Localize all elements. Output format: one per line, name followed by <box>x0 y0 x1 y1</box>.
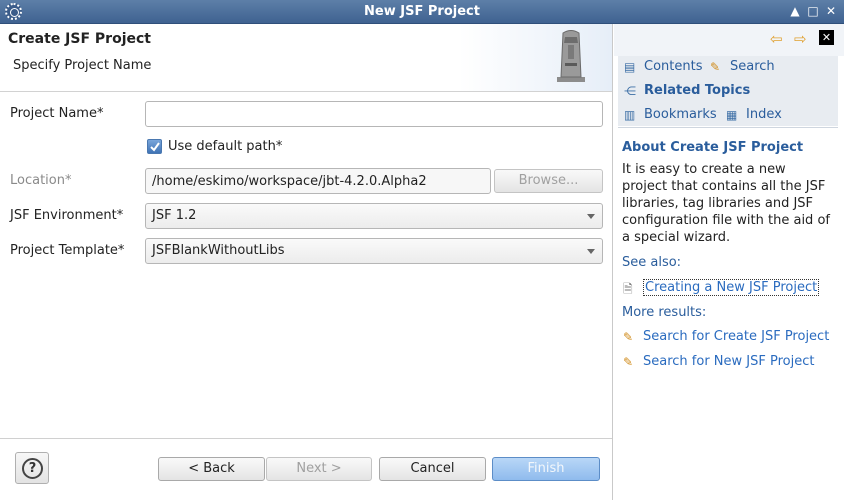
question-mark-icon: ? <box>22 458 43 479</box>
restore-icon[interactable]: □ <box>805 3 821 20</box>
chevron-down-icon <box>587 214 595 219</box>
window-title: New JSF Project <box>364 4 480 19</box>
contents-icon: ▤ <box>624 60 636 74</box>
jsf-environment-label: JSF Environment* <box>10 208 124 223</box>
search-result-link[interactable]: Search for Create JSF Project <box>643 329 829 344</box>
back-arrow-icon[interactable]: ⇦ <box>770 30 783 48</box>
project-template-value: JSFBlankWithoutLibs <box>152 243 285 258</box>
about-title: About Create JSF Project <box>622 140 804 155</box>
browse-button[interactable]: Browse... <box>494 169 603 193</box>
next-button[interactable]: Next > <box>266 457 372 481</box>
search-icon: ✎ <box>623 355 634 369</box>
wizard-description: Specify Project Name <box>13 58 152 73</box>
back-button[interactable]: < Back <box>158 457 265 481</box>
related-topics-icon: ⋲ <box>624 84 636 98</box>
project-name-input[interactable] <box>145 101 603 127</box>
project-name-label: Project Name* <box>10 106 104 121</box>
project-template-label: Project Template* <box>10 243 125 258</box>
finish-button[interactable]: Finish <box>492 457 600 481</box>
tab-contents[interactable]: Contents <box>644 59 702 74</box>
more-results-label: More results: <box>622 305 707 320</box>
wizard-panel: Create JSF Project Specify Project Name … <box>0 24 613 500</box>
jsf-environment-value: JSF 1.2 <box>152 208 197 223</box>
see-also-link[interactable]: Creating a New JSF Project <box>643 279 820 296</box>
bookmarks-icon: ▥ <box>624 108 636 122</box>
forward-arrow-icon[interactable]: ⇨ <box>794 30 807 48</box>
close-window-icon[interactable]: ✕ <box>823 3 839 20</box>
tab-bookmarks[interactable]: Bookmarks <box>644 107 717 122</box>
search-icon: ✎ <box>623 330 634 344</box>
divider <box>618 127 838 128</box>
location-input[interactable] <box>145 168 491 194</box>
about-text: It is easy to create a new project that … <box>622 162 830 245</box>
project-template-select[interactable]: JSFBlankWithoutLibs <box>145 238 603 264</box>
help-pane: ⇦ ⇨ ✕ ▤ Contents ✎ Search ⋲ Related Topi… <box>614 24 844 500</box>
divider <box>0 438 612 439</box>
document-icon: 🗎 <box>623 282 633 296</box>
tab-index[interactable]: Index <box>746 107 782 122</box>
use-default-path-label: Use default path* <box>168 139 283 154</box>
see-also-label: See also: <box>622 255 682 270</box>
search-icon: ✎ <box>710 60 721 74</box>
search-result-link[interactable]: Search for New JSF Project <box>643 354 814 369</box>
maximize-up-icon[interactable]: ▲ <box>787 3 803 20</box>
help-button[interactable]: ? <box>15 452 49 484</box>
cancel-button[interactable]: Cancel <box>379 457 486 481</box>
moai-logo-icon <box>557 30 585 82</box>
title-bar: New JSF Project ▲ □ ✕ <box>0 0 844 24</box>
index-icon: ▦ <box>726 108 738 122</box>
tab-search[interactable]: Search <box>730 59 775 74</box>
close-icon[interactable]: ✕ <box>819 30 834 45</box>
chevron-down-icon <box>587 249 595 254</box>
help-toolbar: ⇦ ⇨ ✕ <box>614 24 844 56</box>
use-default-path-checkbox[interactable] <box>147 139 162 154</box>
wizard-banner: Create JSF Project Specify Project Name <box>0 24 612 92</box>
help-tabs: ▤ Contents ✎ Search ⋲ Related Topics ▥ B… <box>618 56 838 126</box>
tab-related-topics[interactable]: Related Topics <box>644 83 750 98</box>
wizard-title: Create JSF Project <box>8 31 151 47</box>
jsf-environment-select[interactable]: JSF 1.2 <box>145 203 603 229</box>
location-label: Location* <box>10 173 72 188</box>
